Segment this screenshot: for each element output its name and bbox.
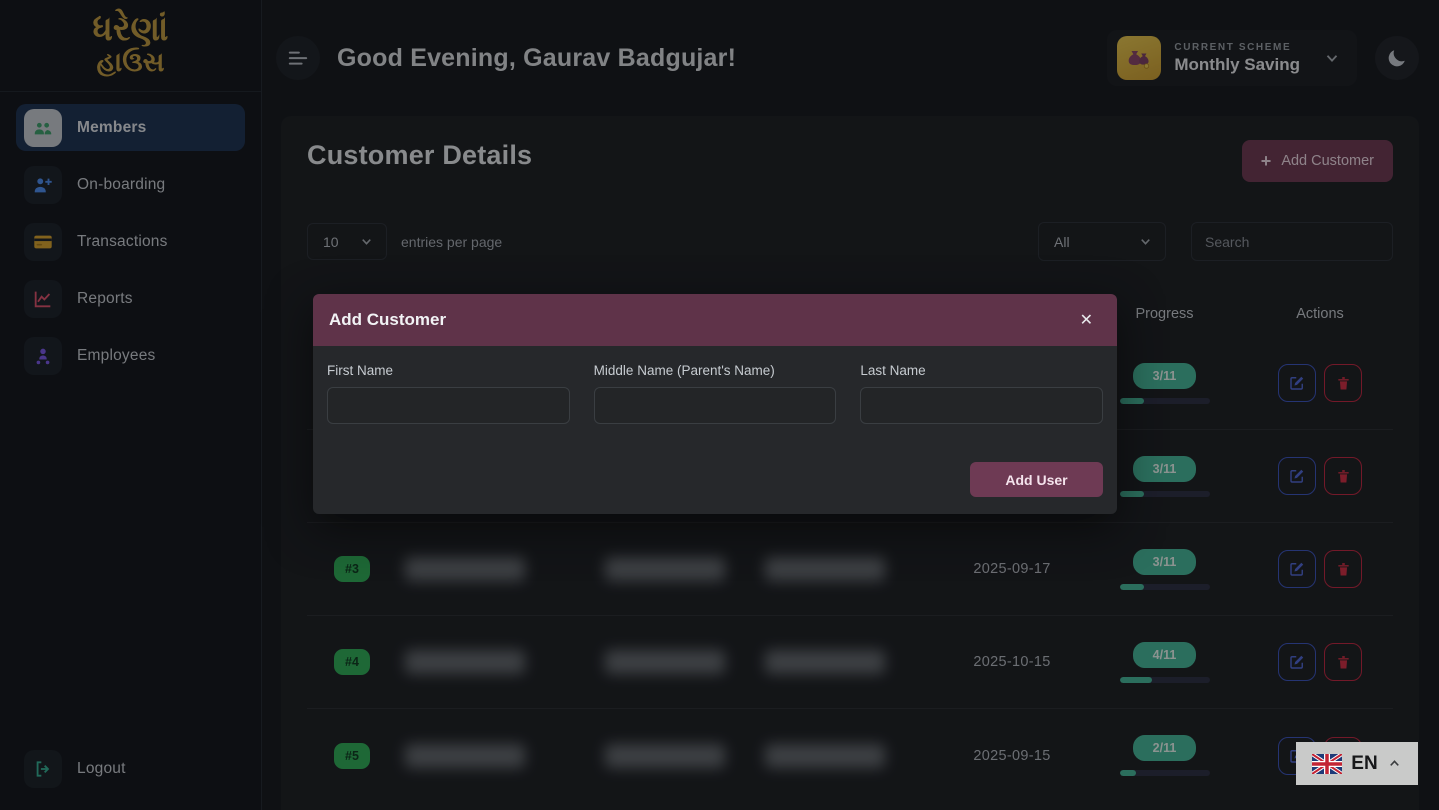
middle-name-input[interactable] [594, 387, 837, 424]
first-name-field-group: First Name [327, 363, 570, 424]
last-name-input[interactable] [860, 387, 1103, 424]
modal-header: Add Customer ✕ [313, 294, 1117, 346]
language-code: EN [1351, 753, 1377, 775]
modal-title: Add Customer [329, 310, 446, 330]
last-name-label: Last Name [860, 363, 1103, 378]
chevron-up-icon [1387, 756, 1402, 771]
language-selector[interactable]: EN [1296, 742, 1418, 785]
first-name-label: First Name [327, 363, 570, 378]
add-customer-modal: Add Customer ✕ First Name Middle Name (P… [313, 294, 1117, 514]
modal-fields: First Name Middle Name (Parent's Name) L… [327, 363, 1103, 424]
uk-flag-icon [1312, 754, 1342, 774]
last-name-field-group: Last Name [860, 363, 1103, 424]
first-name-input[interactable] [327, 387, 570, 424]
middle-name-field-group: Middle Name (Parent's Name) [594, 363, 837, 424]
add-user-button[interactable]: Add User [970, 462, 1103, 497]
close-icon[interactable]: ✕ [1072, 306, 1101, 334]
modal-body: First Name Middle Name (Parent's Name) L… [313, 346, 1117, 514]
middle-name-label: Middle Name (Parent's Name) [594, 363, 837, 378]
